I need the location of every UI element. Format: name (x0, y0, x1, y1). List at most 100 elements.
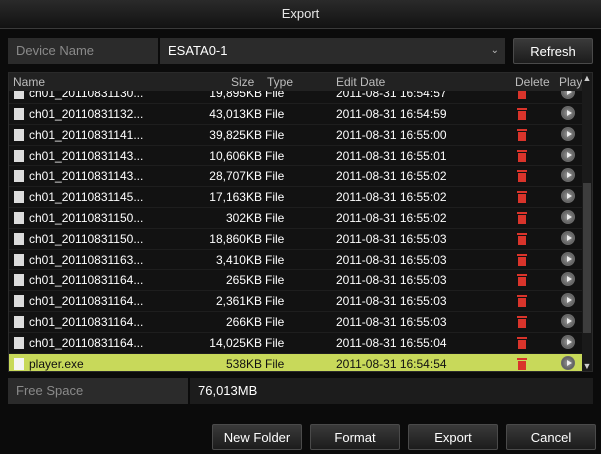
table-row[interactable]: ch01_20110831150... 18,860KB File 2011-08-3… (9, 229, 582, 250)
trash-icon[interactable] (517, 253, 527, 266)
file-date: 2011-08-31 16:55:02 (336, 190, 447, 205)
trash-icon[interactable] (517, 274, 527, 287)
file-date: 2011-08-31 16:55:02 (336, 169, 447, 184)
play-icon[interactable] (561, 355, 575, 370)
file-icon (14, 108, 24, 120)
header-type[interactable]: Type (267, 75, 293, 89)
scroll-up-icon[interactable]: ▲ (582, 73, 592, 83)
scroll-down-icon[interactable]: ▼ (582, 361, 592, 371)
file-type: File (265, 273, 285, 288)
play-icon[interactable] (561, 230, 575, 245)
file-type: File (265, 294, 285, 309)
file-icon (14, 232, 24, 245)
file-type: File (265, 314, 285, 329)
file-type: File (265, 210, 285, 225)
play-icon[interactable] (561, 189, 575, 204)
scrollbar-thumb[interactable] (583, 183, 591, 333)
file-icon (14, 211, 24, 224)
device-name-label: Device Name (8, 38, 158, 64)
chevron-down-icon: ⌄ (490, 45, 499, 56)
file-date: 2011-08-31 16:55:03 (336, 273, 447, 288)
free-space-label: Free Space (8, 378, 188, 404)
trash-icon[interactable] (517, 149, 527, 162)
file-type: File (265, 231, 285, 246)
play-icon[interactable] (561, 168, 575, 183)
header-name[interactable]: Name (13, 75, 45, 89)
button-bar: New Folder Format Export Cancel (0, 422, 601, 454)
header-delete: Delete (515, 75, 550, 89)
file-date: 2011-08-31 16:54:54 (336, 356, 447, 371)
file-size: 2,361KB (215, 294, 262, 309)
trash-icon[interactable] (517, 315, 527, 328)
file-size: 265KB (225, 273, 262, 288)
table-row[interactable]: ch01_20110831164... 14,025KB File 2011-08-3… (9, 333, 582, 354)
table-row[interactable]: ch01_20110831145... 17,163KB File 2011-08-3… (9, 187, 582, 208)
file-icon (14, 274, 24, 287)
file-date: 2011-08-31 16:55:02 (336, 210, 447, 225)
file-icon (14, 253, 24, 266)
file-type: File (265, 335, 285, 350)
play-icon[interactable] (561, 147, 575, 162)
file-icon (14, 191, 24, 204)
table-row[interactable]: ch01_20110831143... 28,707KB File 2011-08-3… (9, 166, 582, 188)
table-row[interactable]: ch01_20110831164... 265KB File 2011-08-31 1… (9, 270, 582, 292)
file-icon (14, 295, 24, 308)
trash-icon[interactable] (517, 108, 527, 120)
file-date: 2011-08-31 16:55:03 (336, 231, 447, 246)
format-button[interactable]: Format (310, 424, 400, 450)
table-row[interactable]: ch01_20110831143... 10,606KB File 2011-08-3… (9, 146, 582, 167)
table-row[interactable]: ch01_20110831150... 302KB File 2011-08-31 1… (9, 208, 582, 229)
play-icon[interactable] (561, 334, 575, 349)
file-size: 39,825KB (209, 127, 262, 142)
trash-icon[interactable] (517, 128, 527, 141)
file-name: player.exe (29, 356, 84, 371)
table-row[interactable]: ch01_20110831132... 43,013KB File 2011-08-3… (9, 104, 582, 125)
table-row[interactable]: ch01_20110831141... 39,825KB File 2011-08-3… (9, 125, 582, 146)
trash-icon[interactable] (517, 170, 527, 183)
play-icon[interactable] (561, 209, 575, 224)
play-icon[interactable] (561, 313, 575, 328)
free-space-value: 76,013MB (190, 378, 593, 404)
table-row[interactable]: ch01_20110831130... 19,895KB File 2011-0… (9, 91, 582, 104)
play-icon[interactable] (561, 272, 575, 287)
play-icon[interactable] (561, 126, 575, 141)
file-size: 10,606KB (209, 148, 262, 163)
file-size: 18,860KB (209, 231, 262, 246)
table-row[interactable]: ch01_20110831164... 2,361KB File 2011-08-31… (9, 291, 582, 312)
scrollbar[interactable]: ▲ ▼ (582, 73, 592, 371)
new-folder-button[interactable]: New Folder (212, 424, 302, 450)
play-icon[interactable] (561, 293, 575, 308)
device-select[interactable]: ESATA0-1 ⌄ (160, 38, 505, 64)
file-type: File (265, 91, 285, 100)
file-size: 28,707KB (209, 169, 262, 184)
table-row[interactable]: player.exe 538KB File 2011-08-31 16:54:54 (9, 353, 582, 371)
file-type: File (265, 107, 285, 121)
trash-icon[interactable] (517, 191, 527, 204)
file-size: 538KB (225, 356, 262, 371)
file-size: 266KB (225, 314, 262, 329)
file-date: 2011-08-31 16:55:03 (336, 314, 447, 329)
header-edit-date[interactable]: Edit Date (336, 75, 385, 89)
export-button[interactable]: Export (408, 424, 498, 450)
play-icon[interactable] (561, 91, 575, 99)
file-date: 2011-08-31 16:54:59 (336, 107, 447, 121)
play-icon[interactable] (561, 106, 575, 120)
table-row[interactable]: ch01_20110831164... 266KB File 2011-08-31 1… (9, 312, 582, 333)
free-space-row: Free Space 76,013MB (8, 378, 593, 404)
cancel-button[interactable]: Cancel (506, 424, 596, 450)
file-table: Name Size Type Edit Date Delete Play ch0… (8, 72, 593, 372)
trash-icon[interactable] (517, 232, 527, 245)
trash-icon[interactable] (517, 295, 527, 308)
play-icon[interactable] (561, 251, 575, 266)
trash-icon[interactable] (517, 91, 527, 99)
trash-icon[interactable] (517, 211, 527, 224)
file-type: File (265, 252, 285, 267)
refresh-button[interactable]: Refresh (513, 38, 593, 64)
header-size[interactable]: Size (231, 75, 254, 89)
trash-icon[interactable] (517, 336, 527, 349)
trash-icon[interactable] (517, 357, 527, 370)
device-row: Device Name ESATA0-1 ⌄ Refresh (8, 38, 593, 64)
file-date: 2011-08-31 16:55:01 (336, 148, 447, 163)
table-row[interactable]: ch01_20110831163... 3,410KB File 2011-08-31… (9, 250, 582, 271)
file-date: 2011-08-31 16:55:04 (336, 335, 447, 350)
